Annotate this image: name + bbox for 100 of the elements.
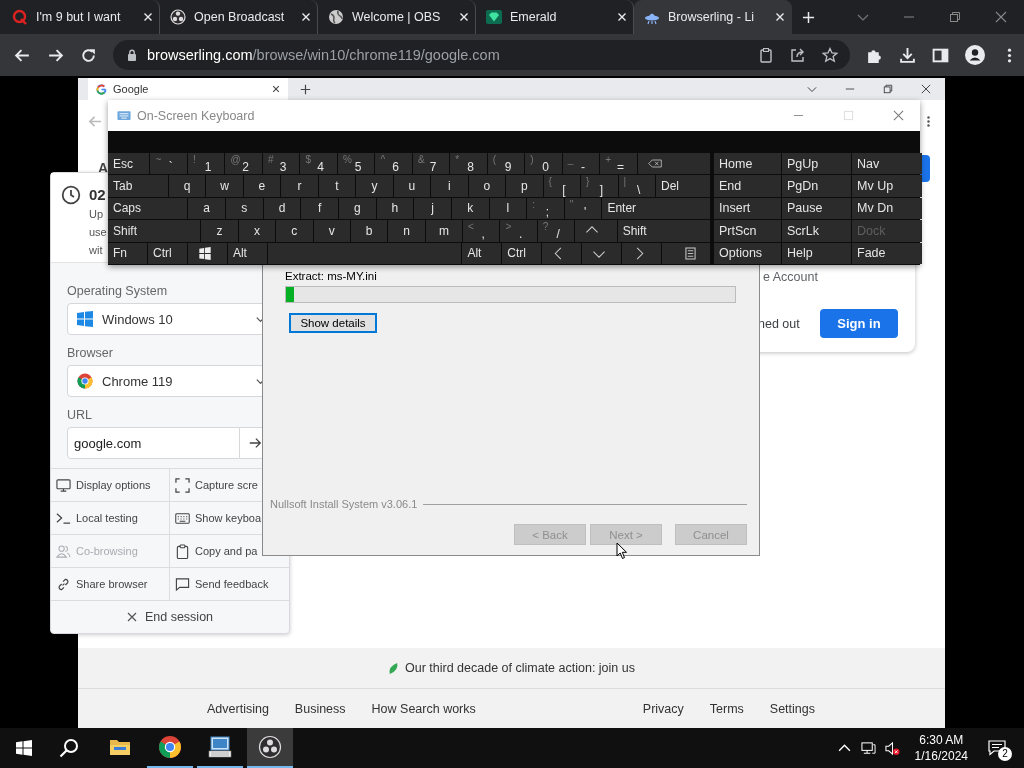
url-field[interactable]: google.com [67, 427, 240, 459]
keyboard-key[interactable]: Fn [108, 242, 147, 264]
keyboard-key[interactable]: l [489, 197, 527, 220]
keyboard-key[interactable]: Alt [462, 242, 502, 264]
star-icon[interactable] [822, 47, 838, 63]
keyboard-key[interactable]: % 5 [337, 153, 375, 175]
keyboard-key[interactable]: b [350, 220, 388, 242]
show-details-button[interactable]: Show details [289, 313, 377, 333]
keyboard-key[interactable]: PgUp [782, 153, 851, 175]
keyboard-key[interactable]: z [201, 220, 238, 242]
keyboard-key[interactable]: ? / [537, 220, 575, 242]
notifications-button[interactable]: 2 [982, 733, 1012, 763]
keyboard-key[interactable]: } ] [581, 175, 618, 197]
footer-link[interactable]: Business [294, 701, 346, 716]
keyboard-key[interactable]: v [313, 220, 350, 242]
keyboard-key[interactable]: Del [656, 175, 710, 197]
keyboard-key[interactable]: End [714, 175, 781, 197]
speaker-muted-icon[interactable] [884, 740, 900, 756]
keyboard-key[interactable]: Ctrl [147, 242, 187, 264]
footer-link[interactable]: How Search works [371, 701, 476, 716]
restore-icon[interactable] [883, 84, 893, 94]
keyboard-key[interactable] [187, 242, 227, 264]
keyboard-key[interactable]: Ctrl [502, 242, 542, 264]
profile-icon[interactable] [965, 45, 985, 65]
keyboard-key[interactable]: g [338, 197, 376, 220]
keyboard-key[interactable]: $ 4 [300, 153, 337, 175]
action-item[interactable]: Send feedback [170, 567, 289, 600]
keyboard-key[interactable]: PrtScn [714, 220, 781, 242]
taskbar-app[interactable] [247, 728, 293, 768]
keyboard-key[interactable]: Mv Dn [852, 197, 922, 220]
keyboard-key[interactable]: Shift [617, 220, 710, 242]
keyboard-key[interactable]: m [425, 220, 463, 242]
keyboard-key[interactable]: Insert [714, 197, 781, 220]
keyboard-key[interactable]: ! 1 [187, 153, 225, 175]
keyboard-key[interactable]: i [431, 175, 468, 197]
keyboard-key[interactable]: < , [463, 220, 500, 242]
keyboard-key[interactable]: s [226, 197, 263, 220]
action-item[interactable]: Share browser [51, 567, 170, 600]
keyboard-key[interactable]: Esc [108, 153, 150, 175]
keyboard-key[interactable]: Alt [227, 242, 267, 264]
browser-tab[interactable]: Browserling - Li [634, 0, 792, 34]
keyboard-key[interactable]: Shift [108, 220, 201, 242]
keyboard-key[interactable]: x [238, 220, 276, 242]
keyboard-key[interactable]: q [168, 175, 206, 197]
keyboard-key[interactable]: Mv Up [852, 175, 922, 197]
keyboard-key[interactable]: t [318, 175, 356, 197]
keyboard-key[interactable]: n [388, 220, 425, 242]
sign-in-button[interactable]: Sign in [820, 309, 898, 338]
close-icon[interactable] [272, 85, 280, 93]
keyboard-key[interactable]: r [281, 175, 318, 197]
download-icon[interactable] [899, 46, 916, 64]
keyboard-key[interactable]: j [414, 197, 451, 220]
action-item[interactable]: Display options [51, 468, 170, 501]
footer-link[interactable]: Advertising [207, 701, 269, 716]
clock-date[interactable]: 1/16/2024 [914, 748, 968, 764]
new-tab-icon[interactable] [300, 83, 311, 95]
keyboard-key[interactable]: ScrLk [782, 220, 851, 242]
share-icon[interactable] [790, 47, 806, 63]
windows-logo-icon[interactable] [16, 740, 32, 756]
climate-link[interactable]: Our third decade of climate action: join us [405, 661, 635, 675]
keyboard-key[interactable]: : ; [527, 197, 564, 220]
keyboard-key[interactable]: Caps [108, 197, 188, 220]
restore-icon[interactable] [949, 11, 961, 23]
keyboard-key[interactable]: ~ ` [150, 153, 187, 175]
footer-link[interactable]: Privacy [642, 701, 684, 716]
close-icon[interactable] [921, 84, 931, 94]
keyboard-key[interactable]: * 8 [450, 153, 487, 175]
keyboard-key[interactable]: y [356, 175, 393, 197]
sidebar-icon[interactable] [932, 46, 949, 64]
keyboard-key[interactable]: Help [782, 242, 851, 264]
keyboard-key[interactable]: { [ [543, 175, 581, 197]
keyboard-key[interactable]: e [243, 175, 281, 197]
keyboard-key[interactable]: p [506, 175, 543, 197]
keyboard-key[interactable]: ( 9 [487, 153, 525, 175]
keyboard-key[interactable]: PgDn [782, 175, 851, 197]
network-icon[interactable] [860, 740, 876, 756]
menu-icon[interactable] [926, 114, 931, 128]
keyboard-key[interactable]: ) 0 [525, 153, 562, 175]
action-item[interactable]: Local testing [51, 501, 170, 534]
keyboard-key[interactable]: u [393, 175, 431, 197]
clipboard-icon[interactable] [758, 47, 774, 63]
keyboard-key[interactable]: Pause [782, 197, 851, 220]
keyboard-key[interactable]: " ' [564, 197, 602, 220]
keyboard-key[interactable]: c [276, 220, 313, 242]
keyboard-key[interactable]: | \ [618, 175, 656, 197]
address-field[interactable]: browserling.com/browse/win10/chrome119/google.com [113, 40, 850, 70]
keyboard-key[interactable]: _ - [562, 153, 600, 175]
keyboard-key[interactable]: # 3 [262, 153, 300, 175]
keyboard-key[interactable]: ^ 6 [375, 153, 412, 175]
keyboard-key[interactable]: Tab [108, 175, 168, 197]
keyboard-key[interactable] [662, 242, 711, 264]
keyboard-key[interactable]: Home [714, 153, 781, 175]
keyboard-key[interactable]: Nav [852, 153, 922, 175]
keyboard-key[interactable]: w [206, 175, 243, 197]
keyboard-key[interactable]: f [301, 197, 338, 220]
search-icon[interactable] [59, 738, 79, 758]
keyboard-key[interactable]: Enter [602, 197, 710, 220]
clock-time[interactable]: 6:30 AM [919, 732, 964, 748]
footer-link[interactable]: Settings [769, 701, 815, 716]
keyboard-key[interactable]: o [468, 175, 506, 197]
